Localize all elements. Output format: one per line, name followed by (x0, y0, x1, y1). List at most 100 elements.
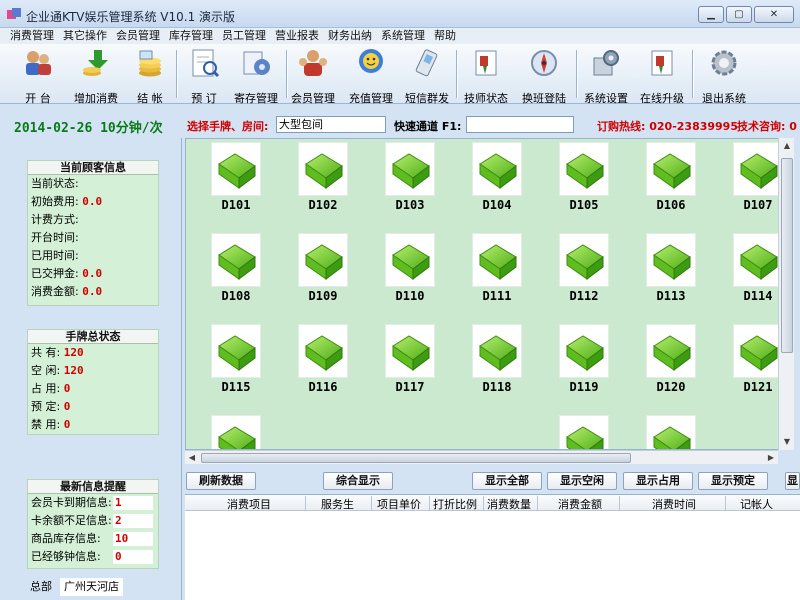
online-upgrade-button[interactable]: 在线升级 (636, 48, 688, 105)
window-title: 企业通KTV娱乐管理系统 V10.1 演示版 (26, 10, 236, 24)
room-tile[interactable] (639, 415, 703, 449)
menu-system[interactable]: 系统管理 (381, 28, 425, 44)
exit-button[interactable]: 退出系统 (698, 48, 750, 105)
refresh-data-button[interactable]: 刷新数据 (186, 472, 256, 490)
room-free-icon (472, 324, 522, 378)
settings-button[interactable]: 系统设置 (580, 48, 632, 105)
room-free-icon (559, 324, 609, 378)
room-free-icon (646, 415, 696, 449)
room-tile[interactable]: D109 (291, 233, 355, 311)
room-free-icon (733, 142, 783, 196)
menu-reports[interactable]: 营业报表 (275, 28, 319, 44)
checkout-icon (139, 50, 161, 77)
time-up-row[interactable]: 已经够钟信息: 0 (28, 548, 158, 566)
toolbar: 开 台 增加消费 结 帐 预 订 寄存管理 会员管理 充值管理 短信群发 技师状… (0, 44, 800, 105)
quick-channel-input[interactable] (466, 116, 574, 133)
menu-consumption[interactable]: 消费管理 (10, 28, 54, 44)
room-tile[interactable]: D116 (291, 324, 355, 402)
column-header[interactable]: 消费金额 (558, 496, 602, 512)
menu-finance[interactable]: 财务出纳 (328, 28, 372, 44)
room-name: D109 (308, 289, 338, 303)
room-tile[interactable]: D103 (378, 142, 442, 220)
tag-total-row: 共 有: 120 (31, 346, 84, 359)
checkout-button[interactable]: 结 帐 (126, 48, 174, 105)
room-select-label: 选择手牌、房间: (187, 120, 269, 133)
column-header[interactable]: 记帐人 (740, 496, 773, 512)
horizontal-scroll-thumb[interactable] (201, 453, 631, 463)
show-more-button[interactable]: 显 (785, 472, 800, 490)
room-tile[interactable]: D101 (204, 142, 268, 220)
reservation-icon (192, 49, 220, 78)
room-tile[interactable]: D110 (378, 233, 442, 311)
room-tile[interactable]: D115 (204, 324, 268, 402)
stock-info-row[interactable]: 商品库存信息: 10 (28, 530, 158, 548)
room-name: D103 (395, 198, 425, 212)
shift-change-button[interactable]: 换班登陆 (516, 48, 572, 105)
scroll-left-icon[interactable]: ◀ (185, 451, 199, 465)
column-header[interactable]: 消费数量 (487, 496, 531, 512)
open-table-button[interactable]: 开 台 (14, 48, 62, 105)
room-tile[interactable] (552, 415, 616, 449)
show-occupied-button[interactable]: 显示占用 (623, 472, 693, 490)
room-tile[interactable]: D118 (465, 324, 529, 402)
show-free-button[interactable]: 显示空闲 (547, 472, 617, 490)
room-grid-horizontal-scrollbar[interactable]: ◀ ▶ (185, 450, 778, 464)
room-tile[interactable]: D105 (552, 142, 616, 220)
room-tile[interactable]: D102 (291, 142, 355, 220)
vertical-scroll-thumb[interactable] (781, 158, 793, 353)
room-tile[interactable]: D120 (639, 324, 703, 402)
scroll-right-icon[interactable]: ▶ (764, 451, 778, 465)
toolbar-separator (692, 50, 694, 98)
billing-method-row: 计费方式: (31, 213, 79, 226)
column-header[interactable]: 打折比例 (433, 496, 477, 512)
room-tile[interactable]: D106 (639, 142, 703, 220)
show-reserved-button[interactable]: 显示预定 (698, 472, 768, 490)
summary-display-button[interactable]: 综合显示 (323, 472, 393, 490)
room-type-select[interactable]: 大型包间 (276, 116, 386, 133)
card-expiry-row[interactable]: 会员卡到期信息: 1 (28, 494, 158, 512)
menu-members[interactable]: 会员管理 (116, 28, 160, 44)
tech-consult: 技术咨询: 0 (737, 120, 797, 133)
technician-button[interactable]: 技师状态 (460, 48, 512, 105)
current-date: 2014-02-26 10分钟/次 (14, 121, 163, 136)
maximize-button[interactable]: ▢ (726, 6, 752, 23)
reservation-label: 预 订 (191, 92, 217, 105)
room-tile[interactable]: D113 (639, 233, 703, 311)
room-tile[interactable]: D117 (378, 324, 442, 402)
menu-help[interactable]: 帮助 (434, 28, 456, 44)
column-header[interactable]: 服务生 (321, 496, 354, 512)
scroll-down-icon[interactable]: ▼ (779, 434, 795, 450)
scroll-up-icon[interactable]: ▲ (779, 138, 795, 154)
column-header[interactable]: 消费项目 (227, 496, 271, 512)
room-tile[interactable]: D108 (204, 233, 268, 311)
add-consumption-button[interactable]: 增加消费 (68, 48, 124, 105)
storage-button[interactable]: 寄存管理 (228, 48, 284, 105)
room-tile[interactable]: D111 (465, 233, 529, 311)
room-name: D117 (395, 380, 425, 394)
menu-inventory[interactable]: 库存管理 (169, 28, 213, 44)
column-header[interactable]: 项目单价 (377, 496, 421, 512)
menu-staff[interactable]: 员工管理 (222, 28, 266, 44)
close-button[interactable]: ✕ (754, 6, 794, 23)
tag-occupied-row: 占 用: 0 (31, 382, 71, 395)
members-button[interactable]: 会员管理 (288, 48, 338, 105)
tag-free-row: 空 闲: 120 (31, 364, 84, 377)
reservation-button[interactable]: 预 订 (180, 48, 228, 105)
action-button-row: 刷新数据 综合显示 显示全部 显示空闲 显示占用 显示预定 显 (185, 472, 800, 492)
room-tile[interactable] (204, 415, 268, 449)
menu-other[interactable]: 其它操作 (63, 28, 107, 44)
room-tile[interactable]: D119 (552, 324, 616, 402)
room-tile[interactable]: D104 (465, 142, 529, 220)
room-grid-vertical-scrollbar[interactable]: ▲ ▼ (778, 138, 794, 450)
room-free-icon (385, 324, 435, 378)
show-all-button[interactable]: 显示全部 (472, 472, 542, 490)
room-tile[interactable]: D112 (552, 233, 616, 311)
recharge-button[interactable]: 充值管理 (346, 48, 396, 105)
room-grid: D101 D102 D103 D104 D105 D106 D107 D108 D109 D110… (185, 138, 792, 450)
column-header[interactable]: 消费时间 (652, 496, 696, 512)
room-free-icon (559, 415, 609, 449)
low-balance-row[interactable]: 卡余额不足信息: 2 (28, 512, 158, 530)
left-panel: 当前顾客信息 当前状态: 初始费用: 0.0 计费方式: 开台时间: 已用时间:… (0, 138, 182, 600)
sms-button[interactable]: 短信群发 (402, 48, 452, 105)
minimize-button[interactable]: ▁ (698, 6, 724, 23)
